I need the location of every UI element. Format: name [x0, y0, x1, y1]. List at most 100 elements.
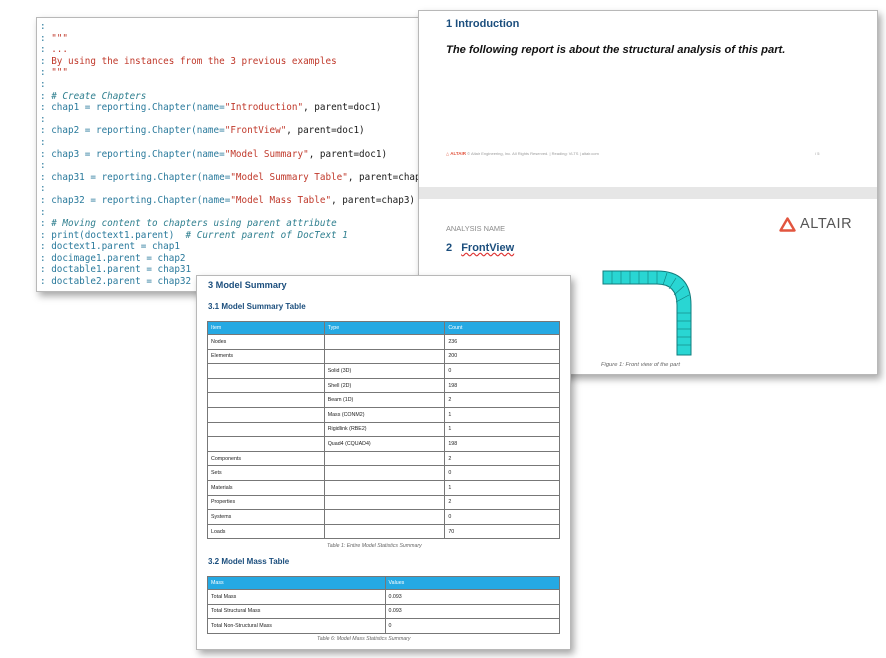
table-row: Beam (1D) 2: [207, 392, 560, 408]
code-string: "FrontView": [224, 125, 287, 137]
model-summary-heading: 3 Model Summary: [208, 280, 287, 290]
introduction-heading: 1 Introduction: [446, 18, 520, 30]
table-cell: Loads: [207, 523, 325, 540]
model-summary-table-heading: 3.1 Model Summary Table: [208, 302, 306, 311]
code-line-text: :: [40, 32, 52, 44]
mass-table-caption: Table 6: Model Mass Statistics Summary: [317, 636, 411, 642]
code-line: : """: [37, 67, 421, 79]
table-cell: 70: [444, 523, 560, 540]
table-cell: [323, 494, 446, 511]
code-line: : chap3 = reporting.Chapter(name="Model …: [37, 149, 421, 161]
code-comment: # Moving content to chapters using paren…: [51, 218, 337, 230]
table-header-cell: Count: [444, 321, 560, 335]
summary-table-caption: Table 1: Entire Model Statistics Summary: [327, 543, 422, 549]
table-cell: 0.093: [384, 603, 560, 620]
table-cell: 0: [384, 618, 560, 634]
code-line: : chap31 = reporting.Chapter(name="Model…: [37, 172, 421, 184]
table-cell: 1: [444, 479, 560, 496]
table-header-cell: Mass: [207, 576, 386, 590]
code-line-text: : chap1 = reporting.Chapter(name=: [40, 102, 225, 114]
code-line-rest: , parent=doc1): [308, 148, 388, 160]
code-line-rest: , parent=doc1): [303, 102, 382, 114]
code-line-text: : doctable1.parent = chap31: [40, 264, 192, 276]
code-line: :: [37, 137, 421, 149]
table-cell: Mass (CONM2): [323, 406, 446, 423]
altair-triangle-icon: [779, 216, 796, 232]
part-front-view-mesh: [602, 270, 692, 356]
table-cell: 236: [444, 334, 560, 350]
code-line: : chap32 = reporting.Chapter(name="Model…: [37, 195, 421, 207]
footer-text: © Altair Engineering, Inc. All Rights Re…: [467, 151, 599, 156]
code-line-text: :: [40, 90, 52, 102]
footer-triangle-icon: △: [446, 151, 450, 156]
code-line: : doctext1.parent = chap1: [37, 241, 421, 253]
code-line-text: : docimage1.parent = chap2: [40, 252, 186, 264]
code-line: :: [37, 79, 421, 91]
table-cell: [207, 406, 325, 423]
page-footer: △ ALTAIR © Altair Engineering, Inc. All …: [446, 151, 599, 156]
code-line: : print(doctext1.parent) # Current paren…: [37, 230, 421, 242]
table-cell: [323, 509, 446, 525]
table-cell: 2: [444, 392, 560, 408]
code-line: : docimage1.parent = chap2: [37, 253, 421, 265]
code-string: "Model Mass Table": [230, 194, 332, 206]
table-row: Loads 70: [207, 523, 560, 540]
code-line: : ...: [37, 44, 421, 56]
table-cell: 2: [444, 450, 560, 467]
code-line: : By using the instances from the 3 prev…: [37, 56, 421, 68]
footer-page-number: / 5: [815, 151, 820, 156]
table-cell: Rigidlink (RBE2): [323, 421, 446, 438]
table-row: Components 2: [207, 450, 560, 467]
table-row: Sets 0: [207, 465, 560, 481]
table-cell: [207, 421, 325, 438]
table-cell: Solid (3D): [323, 363, 446, 379]
table-row: Systems 0: [207, 509, 560, 525]
table-cell: Properties: [207, 494, 325, 511]
table-cell: 1: [444, 406, 560, 423]
analysis-name-label: ANALYSIS NAME: [446, 224, 506, 233]
table-cell: Quad4 (CQUAD4): [323, 436, 446, 452]
code-line: : chap2 = reporting.Chapter(name="FrontV…: [37, 125, 421, 137]
table-cell: [207, 436, 325, 452]
table-cell: Beam (1D): [323, 392, 446, 408]
model-summary-document: 3 Model Summary 3.1 Model Summary Table …: [196, 275, 571, 650]
table-cell: 198: [444, 436, 560, 452]
code-line: :: [37, 207, 421, 219]
frontview-heading-text: FrontView: [461, 242, 515, 254]
code-line-text: :: [40, 113, 46, 125]
code-line: : chap1 = reporting.Chapter(name="Introd…: [37, 102, 421, 114]
table-cell: 0: [444, 509, 560, 525]
table-cell: Elements: [207, 348, 325, 365]
table-row: Properties 2: [207, 494, 560, 511]
frontview-heading-number: 2: [446, 242, 453, 254]
code-line-text: : doctext1.parent = chap1: [40, 241, 180, 253]
table-row: Rigidlink (RBE2) 1: [207, 421, 560, 438]
table-cell: 200: [444, 348, 560, 365]
code-line: :: [37, 160, 421, 172]
code-line-text: : chap2 = reporting.Chapter(name=: [40, 125, 225, 137]
frontview-heading: 2 FrontView: [446, 242, 514, 254]
code-line: : # Moving content to chapters using par…: [37, 218, 421, 230]
code-line-text: :: [40, 21, 46, 32]
table-cell: Sets: [207, 465, 325, 481]
code-line: : """: [37, 33, 421, 45]
table-cell: Total Structural Mass: [207, 603, 386, 620]
code-line-rest: , parent=doc1): [286, 125, 365, 137]
table-cell: [207, 377, 325, 394]
table-cell: [323, 450, 446, 467]
code-line-text: :: [40, 55, 52, 67]
table-cell: Components: [207, 450, 325, 467]
code-comment: # Create Chapters: [51, 90, 147, 102]
table-header-cell: Type: [323, 321, 446, 335]
code-line-rest: , parent=chap3): [331, 194, 416, 206]
code-line-text: : chap31 = reporting.Chapter(name=: [40, 171, 231, 183]
report-page-1: [419, 11, 877, 187]
code-string: """: [51, 32, 68, 44]
code-string: """: [51, 67, 68, 79]
table-cell: 0.093: [384, 589, 560, 605]
table-row: Elements 200: [207, 348, 560, 365]
table-cell: [323, 348, 446, 365]
table-cell: 1: [444, 421, 560, 438]
table-cell: [323, 523, 446, 540]
page-separator: [419, 187, 877, 199]
